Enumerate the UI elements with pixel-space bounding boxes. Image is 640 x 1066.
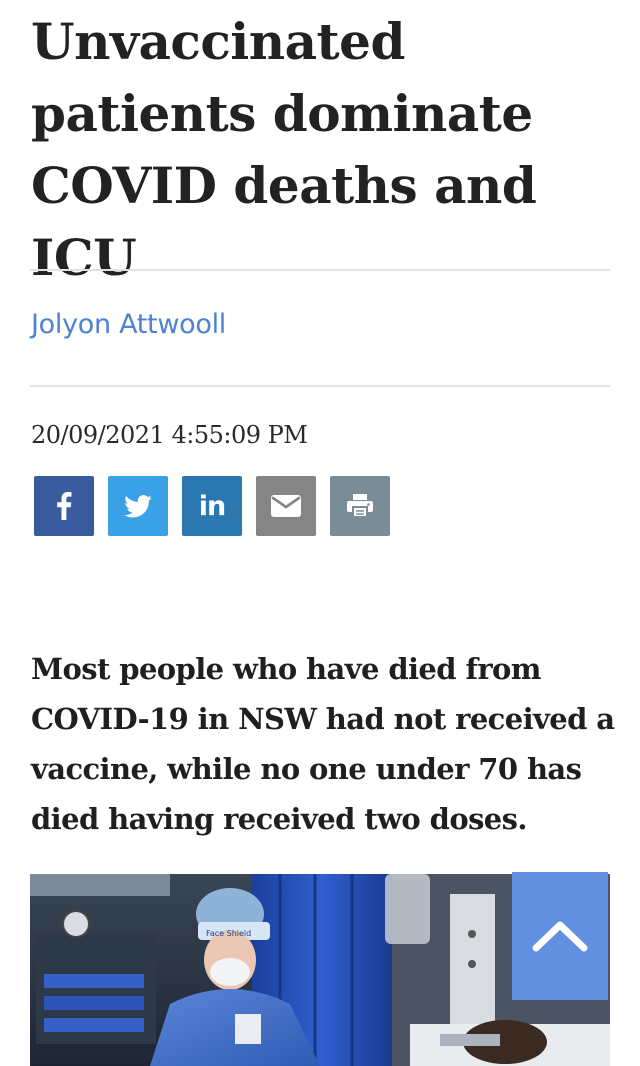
publish-date: 20/09/2021 4:55:09 PM xyxy=(31,421,308,449)
share-print-button[interactable] xyxy=(330,476,390,536)
share-twitter-button[interactable] xyxy=(108,476,168,536)
back-to-top-button[interactable] xyxy=(512,872,608,1000)
article-page: Unvaccinated patients dominate COVID dea… xyxy=(0,0,640,1066)
share-facebook-button[interactable] xyxy=(34,476,94,536)
svg-text:Face Shield: Face Shield xyxy=(206,929,251,938)
article-standfirst: Most people who have died from COVID-19 … xyxy=(31,652,615,836)
article-headline: Unvaccinated patients dominate COVID dea… xyxy=(31,12,537,287)
facebook-icon xyxy=(57,492,72,520)
chevron-up-icon xyxy=(532,921,588,952)
share-bar: in xyxy=(34,476,390,536)
printer-icon xyxy=(347,494,373,518)
author-link[interactable]: Jolyon Attwooll xyxy=(31,309,226,340)
share-email-button[interactable] xyxy=(256,476,316,536)
linkedin-icon: in xyxy=(198,490,227,522)
twitter-icon xyxy=(124,494,152,517)
share-linkedin-button[interactable]: in xyxy=(182,476,242,536)
divider-bottom xyxy=(30,385,610,387)
divider-top xyxy=(30,269,610,271)
envelope-icon xyxy=(271,495,301,517)
